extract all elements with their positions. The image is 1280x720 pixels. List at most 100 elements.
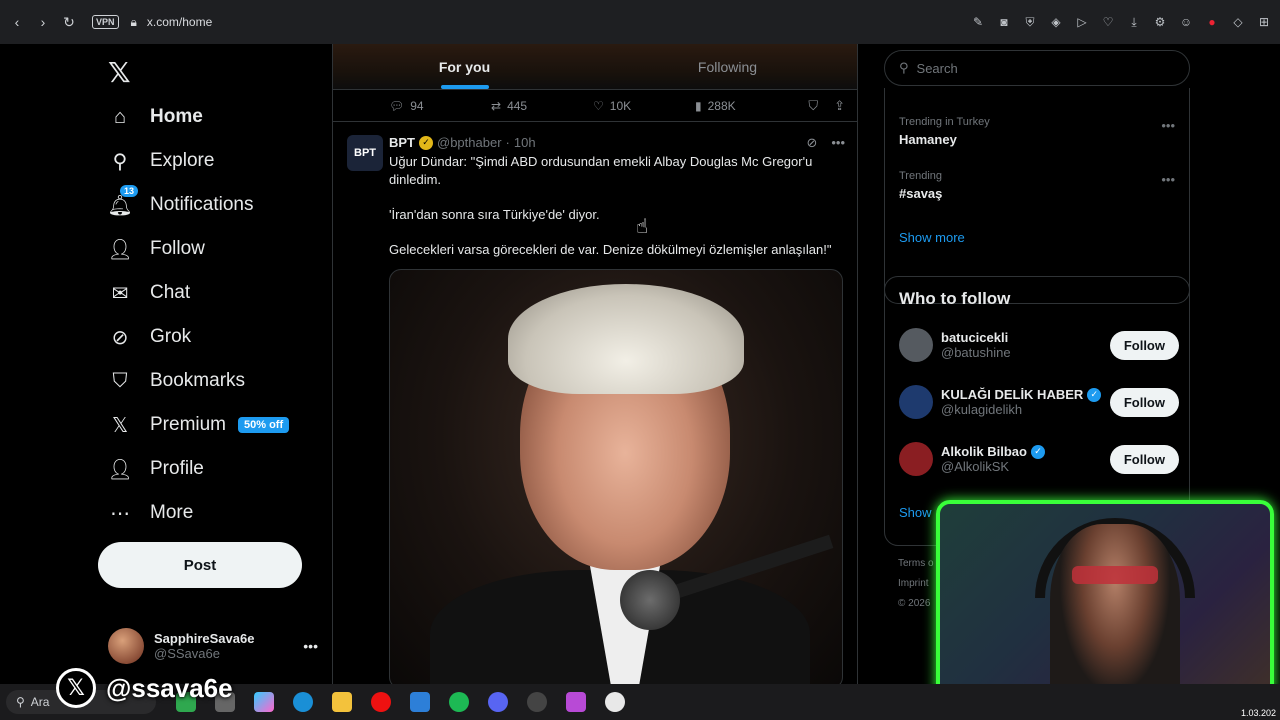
discord-icon[interactable] [488, 692, 508, 712]
trend-meta: Trending [899, 170, 943, 182]
folder-icon[interactable] [332, 692, 352, 712]
footer-link[interactable]: Terms o [898, 554, 934, 574]
like-action[interactable]: ♡ 10K [593, 99, 695, 113]
repost-icon: ⇄ [491, 98, 502, 113]
main-feed: For you Following 💬︎ 94 ⇄ 445 ♡ 10K ▮ 288K ⛉… [332, 44, 858, 684]
nav-premium[interactable]: 𝕏 Premium 50% off [108, 405, 290, 445]
back-icon[interactable]: ‹ [4, 9, 30, 35]
tab-following[interactable]: Following [596, 44, 857, 89]
tweet-time[interactable]: 10h [514, 135, 536, 150]
tweet[interactable]: BPT BPT ✓ @bpthaber · 10h ⊘ ••• Uğur Dün… [333, 123, 857, 684]
home-icon: ⌂ [113, 105, 127, 128]
nav-notifications[interactable]: 🔔︎ 13 Notifications [107, 185, 254, 225]
nav-more[interactable]: ⋯ More [108, 493, 193, 533]
nav-explore[interactable]: ⚲ Explore [108, 141, 215, 181]
reload-icon[interactable]: ↻ [56, 9, 82, 35]
share-icon[interactable]: ⇪ [834, 98, 845, 114]
nav-home[interactable]: ⌂ Home [108, 97, 203, 137]
shield-icon[interactable]: ⛨ [1022, 14, 1038, 30]
show-more-link[interactable]: Show [899, 505, 932, 520]
mail-icon: ✉ [111, 282, 129, 305]
lock-icon: 🔒︎ [130, 14, 137, 29]
spotify-icon[interactable] [449, 692, 469, 712]
opera-icon[interactable] [371, 692, 391, 712]
follow-button[interactable]: Follow [1109, 444, 1179, 474]
account-switcher[interactable]: SapphireSava6e @SSava6e ••• [108, 624, 318, 668]
app-icon[interactable] [566, 692, 586, 712]
cube-icon[interactable]: ◇ [1230, 14, 1246, 30]
repost-action[interactable]: ⇄ 445 [491, 99, 593, 113]
reply-action[interactable]: 💬︎ 94 [389, 99, 491, 113]
edge-icon[interactable] [293, 692, 313, 712]
tweet-image[interactable] [389, 269, 843, 684]
follow-button[interactable]: Follow [1109, 387, 1179, 417]
footer-copyright: © 2026 [898, 598, 931, 609]
nav-chat[interactable]: ✉ Chat [108, 273, 191, 313]
x-logo-icon[interactable]: 𝕏 [108, 56, 131, 89]
settings-icon[interactable]: ⚙ [1152, 14, 1168, 30]
red-extension-icon[interactable]: ● [1204, 14, 1220, 30]
search-icon: ⚲ [16, 695, 25, 709]
follow-suggestion[interactable]: Alkolik Bilbao ✓ @AlkolikSK Follow [899, 439, 1179, 479]
more-dots-icon[interactable]: ••• [303, 638, 318, 654]
follow-suggestion[interactable]: KULAĞI DELİK HABER ✓ @kulagidelikh Follow [899, 382, 1179, 422]
bookmark-icon[interactable]: ⛉ [808, 98, 818, 114]
avatar [899, 328, 933, 362]
copilot-icon[interactable] [254, 692, 274, 712]
play-icon[interactable]: ▷ [1074, 14, 1090, 30]
footer-link[interactable]: Imprint [898, 574, 934, 594]
follow-suggestion[interactable]: batucicekli @batushine Follow [899, 325, 1179, 365]
show-more-link[interactable]: Show more [899, 230, 965, 245]
trend-item[interactable]: Trending in Turkey Hamaney [899, 116, 990, 147]
more-dots-icon[interactable]: ••• [1161, 118, 1175, 133]
vpn-badge[interactable]: VPN [92, 15, 119, 29]
heart-icon[interactable]: ♡ [1100, 14, 1116, 30]
webcam-person [1050, 524, 1180, 700]
obs-icon[interactable] [527, 692, 547, 712]
trend-meta: Trending in Turkey [899, 116, 990, 128]
separator-dot: · [505, 135, 510, 150]
address-bar[interactable]: 🔒︎ x.com/home [131, 15, 213, 30]
forward-icon[interactable]: › [30, 9, 56, 35]
bell-icon: 🔔︎ 13 [107, 185, 138, 217]
nav-profile[interactable]: 👤︎ Profile [107, 449, 204, 489]
nav-grok[interactable]: ⊘ Grok [108, 317, 192, 357]
taskbar-clock: 1.03.202 [1240, 708, 1276, 718]
nav-follow[interactable]: 👤︎ Follow [107, 229, 205, 269]
tweet-paragraph: Gelecekleri varsa görecekleri de var. De… [389, 242, 832, 257]
media-player-icon[interactable] [605, 692, 625, 712]
more-dots-icon[interactable]: ••• [1161, 172, 1175, 187]
verified-blue-icon: ✓ [1030, 444, 1045, 459]
grok-icon[interactable]: ⊘ [806, 135, 817, 151]
notification-badge: 13 [119, 185, 138, 197]
more-dots-icon[interactable]: ••• [831, 135, 845, 151]
search-input[interactable]: ⚲ Search [884, 50, 1190, 86]
verified-gold-icon: ✓ [419, 135, 433, 150]
trend-name: #savaş [899, 186, 943, 201]
previous-tweet-actions: 💬︎ 94 ⇄ 445 ♡ 10K ▮ 288K ⛉ ⇪ [333, 90, 857, 122]
profile-icon[interactable]: ☺ [1178, 14, 1194, 30]
tweet-author-handle[interactable]: @bpthaber [437, 135, 502, 150]
nav-chat-label: Chat [150, 282, 191, 303]
tweet-avatar[interactable]: BPT [347, 135, 383, 171]
tab-for-you[interactable]: For you [333, 44, 596, 89]
tweet-paragraph: Uğur Dündar: "Şimdi ABD ordusundan emekl… [389, 154, 813, 187]
follow-button[interactable]: Follow [1109, 330, 1179, 360]
tweet-author-name[interactable]: BPT [389, 135, 415, 150]
nav-bookmarks[interactable]: ⛉ Bookmarks [108, 361, 246, 401]
extension-icon[interactable]: ◈ [1048, 14, 1064, 30]
browser-toolbar: ‹ › ↻ VPN 🔒︎ x.com/home ✎ ◙ ⛨ ◈ ▷ ♡ ⤓ ⚙ … [0, 0, 1280, 44]
mail-app-icon[interactable] [410, 692, 430, 712]
sidebar-icon[interactable]: ⊞ [1256, 14, 1272, 30]
edit-icon[interactable]: ✎ [970, 14, 986, 30]
download-icon[interactable]: ⤓ [1126, 14, 1142, 30]
search-icon: ⚲ [899, 60, 909, 75]
nav-profile-label: Profile [150, 458, 204, 479]
views-action[interactable]: ▮ 288K [695, 99, 797, 113]
reply-count: 94 [410, 98, 424, 113]
trend-item[interactable]: Trending #savaş [899, 170, 942, 201]
more-circle-icon: ⋯ [110, 502, 130, 525]
post-button[interactable]: Post [98, 542, 302, 588]
camera-icon[interactable]: ◙ [996, 14, 1012, 30]
taskbar-search-label: Ara [30, 695, 50, 709]
